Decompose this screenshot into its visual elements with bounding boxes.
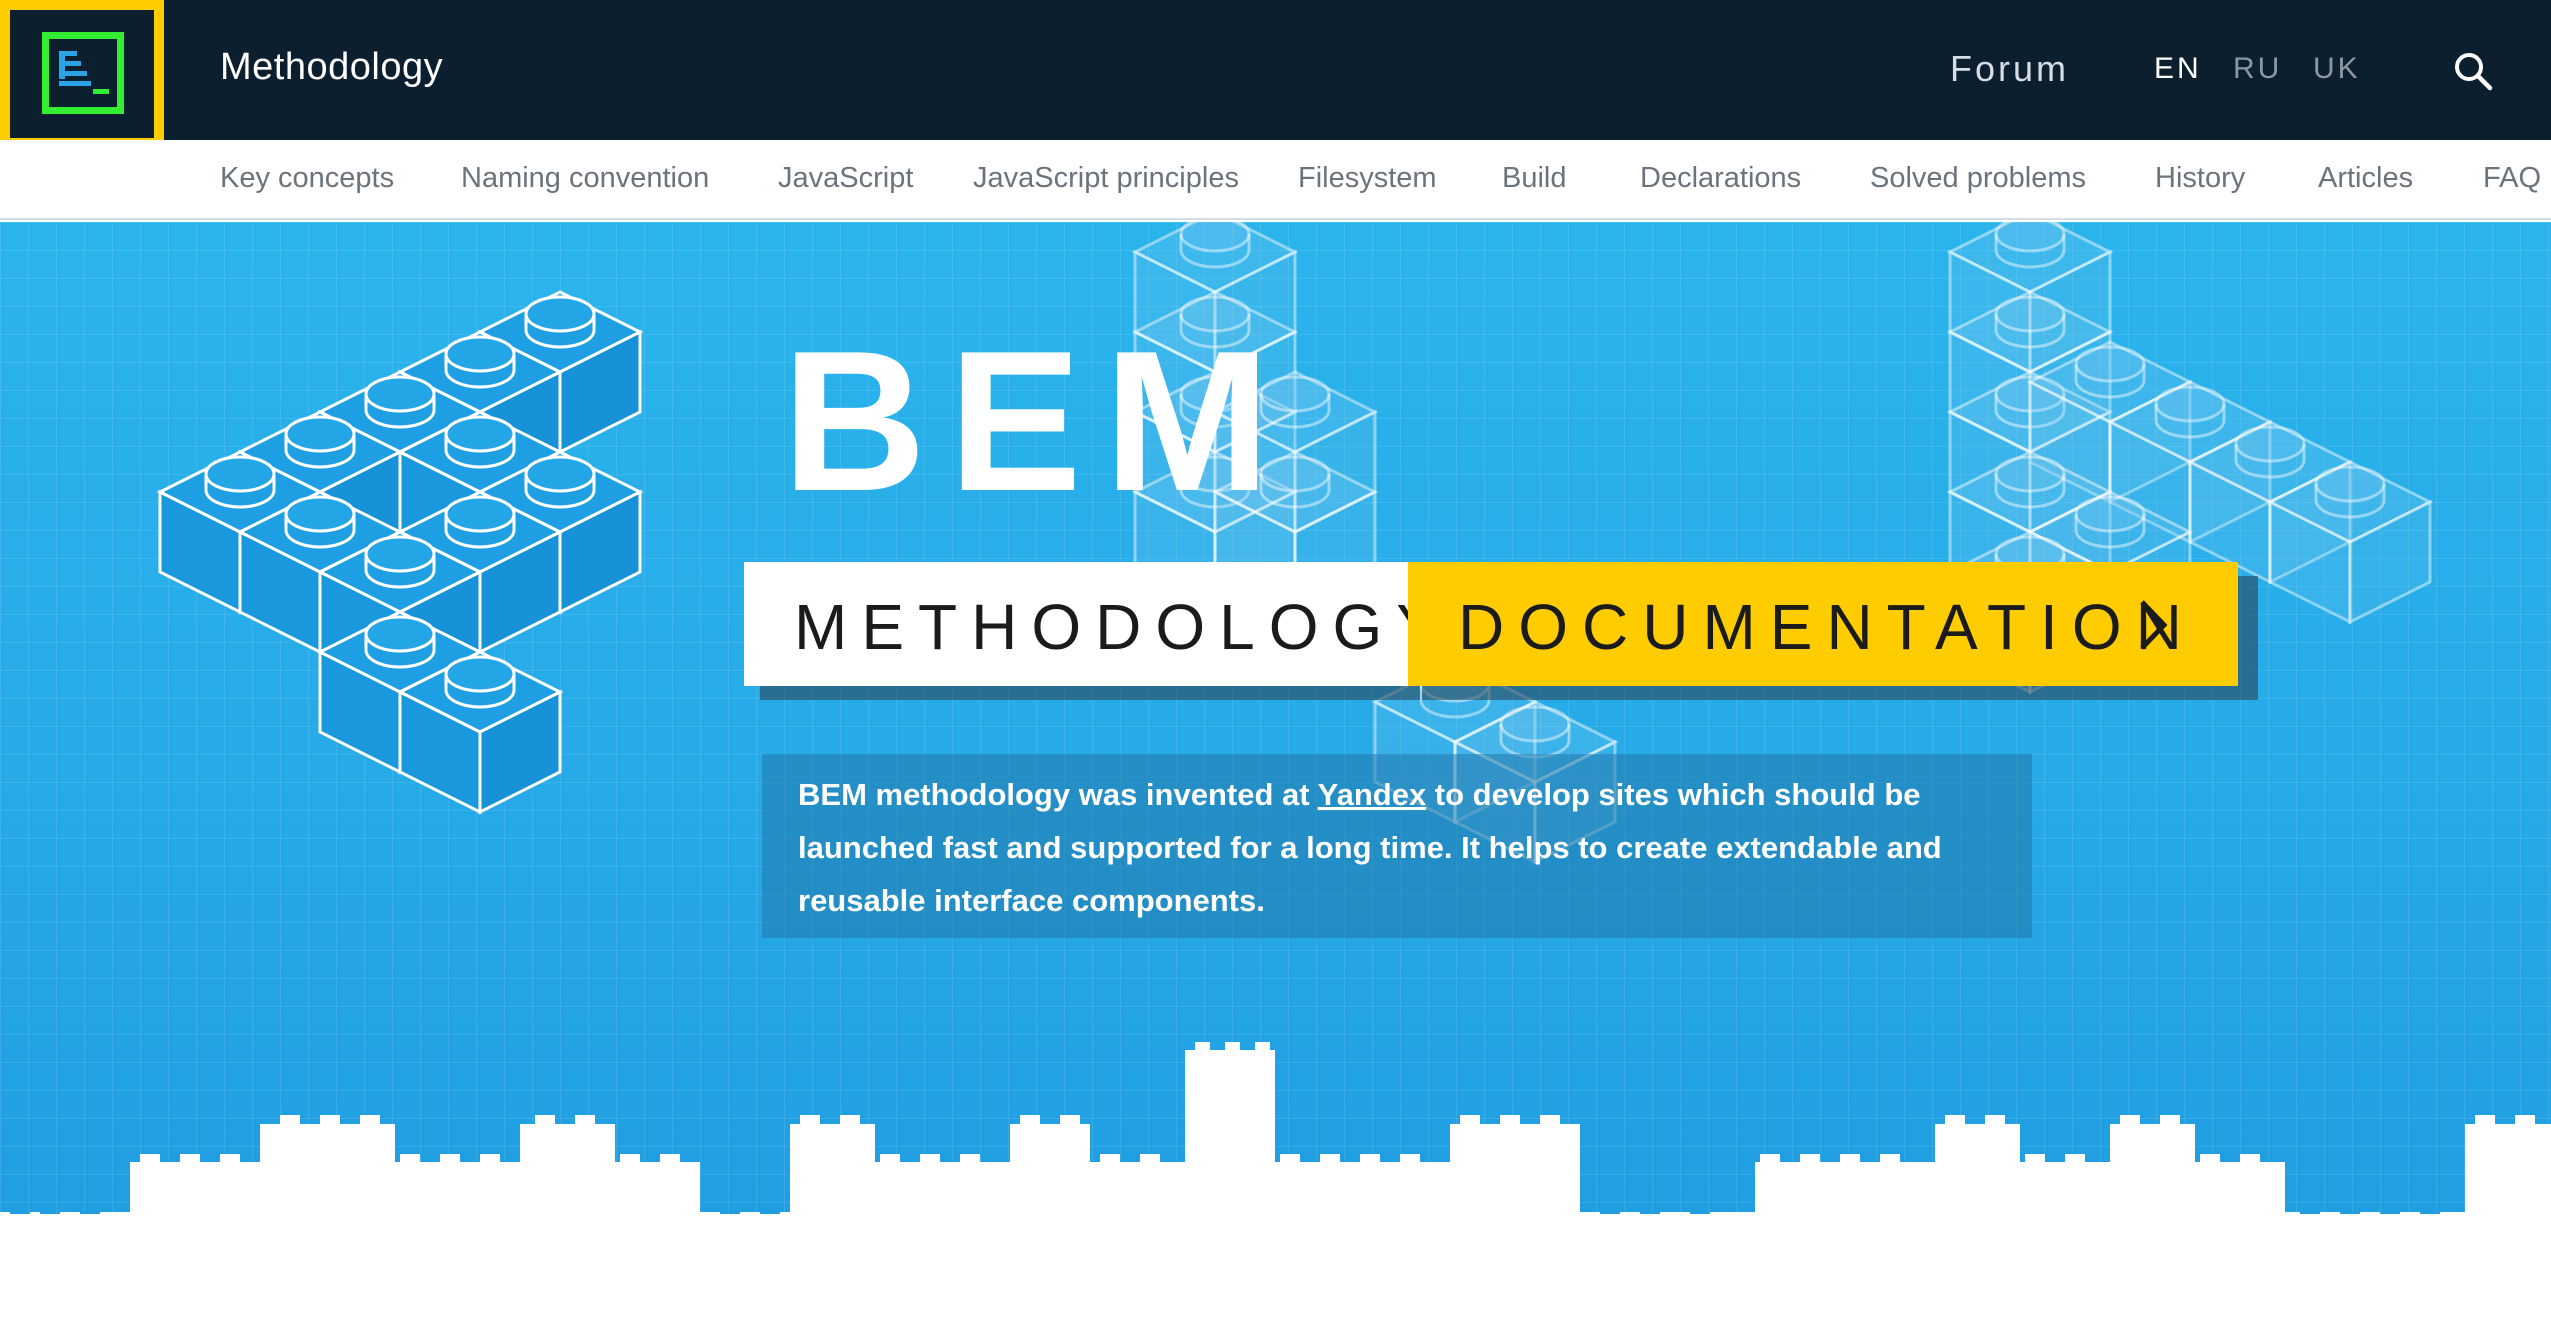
main-nav: Key concepts Naming convention JavaScrip… [0,140,2551,220]
methodology-tag-label: METHODOLOGY [794,591,1453,663]
hero-banner: BEM METHODOLOGY DOCUMENTATION BEM method… [0,222,2551,1222]
methodology-tag: METHODOLOGY [744,562,1439,686]
description-box: BEM methodology was invented at Yandex t… [762,754,2032,938]
nav-item-key-concepts[interactable]: Key concepts [220,162,394,195]
documentation-button[interactable]: DOCUMENTATION [1408,562,2238,686]
lang-uk-link[interactable]: UK [2313,52,2361,86]
bem-logo-icon [42,32,124,114]
nav-item-filesystem[interactable]: Filesystem [1298,162,1437,195]
search-icon [2455,53,2493,91]
search-button[interactable] [2452,50,2494,92]
documentation-button-label: DOCUMENTATION [1458,591,2196,663]
castle-skyline [0,1042,2551,1222]
description-text-1: methodology was invented at [866,777,1318,812]
nav-item-javascript[interactable]: JavaScript [778,162,913,195]
top-bar: Methodology Forum EN RU UK [0,0,2551,148]
nav-item-history[interactable]: History [2155,162,2245,195]
logo-link[interactable] [0,0,164,148]
forum-link[interactable]: Forum [1950,48,2069,90]
description-bold-lead: BEM [798,777,867,812]
nav-item-articles[interactable]: Articles [2318,162,2413,195]
yandex-link[interactable]: Yandex [1318,777,1427,812]
chevron-right-icon [2140,600,2168,650]
hero-description: BEM methodology was invented at Yandex t… [798,768,1998,927]
nav-item-build[interactable]: Build [1502,162,1567,195]
page-content-area [0,1222,2551,1325]
app-title[interactable]: Methodology [220,46,443,89]
nav-item-javascript-principles[interactable]: JavaScript principles [973,162,1239,195]
nav-item-faq[interactable]: FAQ [2483,162,2541,195]
nav-item-declarations[interactable]: Declarations [1640,162,1801,195]
nav-item-naming-convention[interactable]: Naming convention [461,162,709,195]
lang-en-link[interactable]: EN [2154,52,2202,86]
nav-item-solved-problems[interactable]: Solved problems [1870,162,2086,195]
hero-title: BEM [782,310,1293,533]
lego-l-shape [158,290,642,814]
lang-ru-link[interactable]: RU [2233,52,2282,86]
